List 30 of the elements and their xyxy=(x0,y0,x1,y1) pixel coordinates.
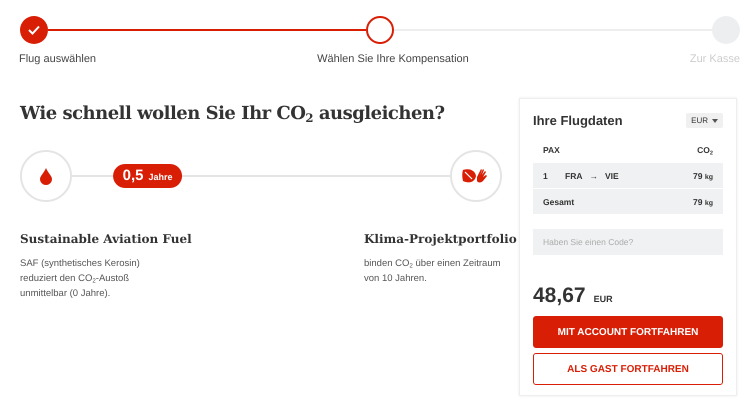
option-description: binden CO$_{2}$ über einen Zeitraum von 10 Jahren. xyxy=(364,257,502,286)
step-label: Flug auswählen xyxy=(19,53,96,65)
price-amount: 48,67 xyxy=(533,284,586,308)
leaf-hand-icon xyxy=(462,167,490,185)
option-description: SAF (synthetisches Kerosin) reduziert den CO$_{2}$-Austoß unmittelbar (0 Jahre). xyxy=(20,257,141,301)
code-field[interactable]: Haben Sie einen Code? xyxy=(533,229,723,255)
total-label: Gesamt xyxy=(543,196,574,206)
slider-unit: Jahre xyxy=(148,171,173,184)
price-currency: EUR xyxy=(594,294,613,304)
currency-select[interactable]: EUR xyxy=(686,113,723,128)
caret-icon xyxy=(712,118,718,122)
column-header: PAX xyxy=(543,145,560,155)
slider-track[interactable]: 0,5 Jahre xyxy=(72,164,450,188)
account-button[interactable]: MIT ACCOUNT FORTFAHREN xyxy=(533,316,723,348)
card-title: Ihre Flugdaten xyxy=(533,113,623,128)
project-option-circle[interactable] xyxy=(450,150,502,202)
option-title: Sustainable Aviation Fuel xyxy=(20,232,192,247)
slider-handle[interactable]: 0,5 Jahre xyxy=(112,164,183,188)
check-icon xyxy=(28,25,40,35)
step-label: Wählen Sie Ihre Kompensation xyxy=(317,53,469,65)
drop-icon xyxy=(40,168,52,184)
pax-count: 1 xyxy=(543,170,549,180)
origin-code: FRA xyxy=(565,170,582,180)
route-arrow: → xyxy=(589,170,598,180)
option-title: Klima-Projektportfolio xyxy=(364,232,517,247)
slider-value: 0,5 xyxy=(122,166,144,186)
guest-button[interactable]: ALS GAST FORTFAHREN xyxy=(533,353,723,385)
destination-code: VIE xyxy=(604,170,619,180)
column-header: CO$_{2}$ xyxy=(697,145,713,155)
page-heading: Wie schnell wollen Sie Ihr CO$_{2}$ ausgleichen? xyxy=(20,103,446,124)
